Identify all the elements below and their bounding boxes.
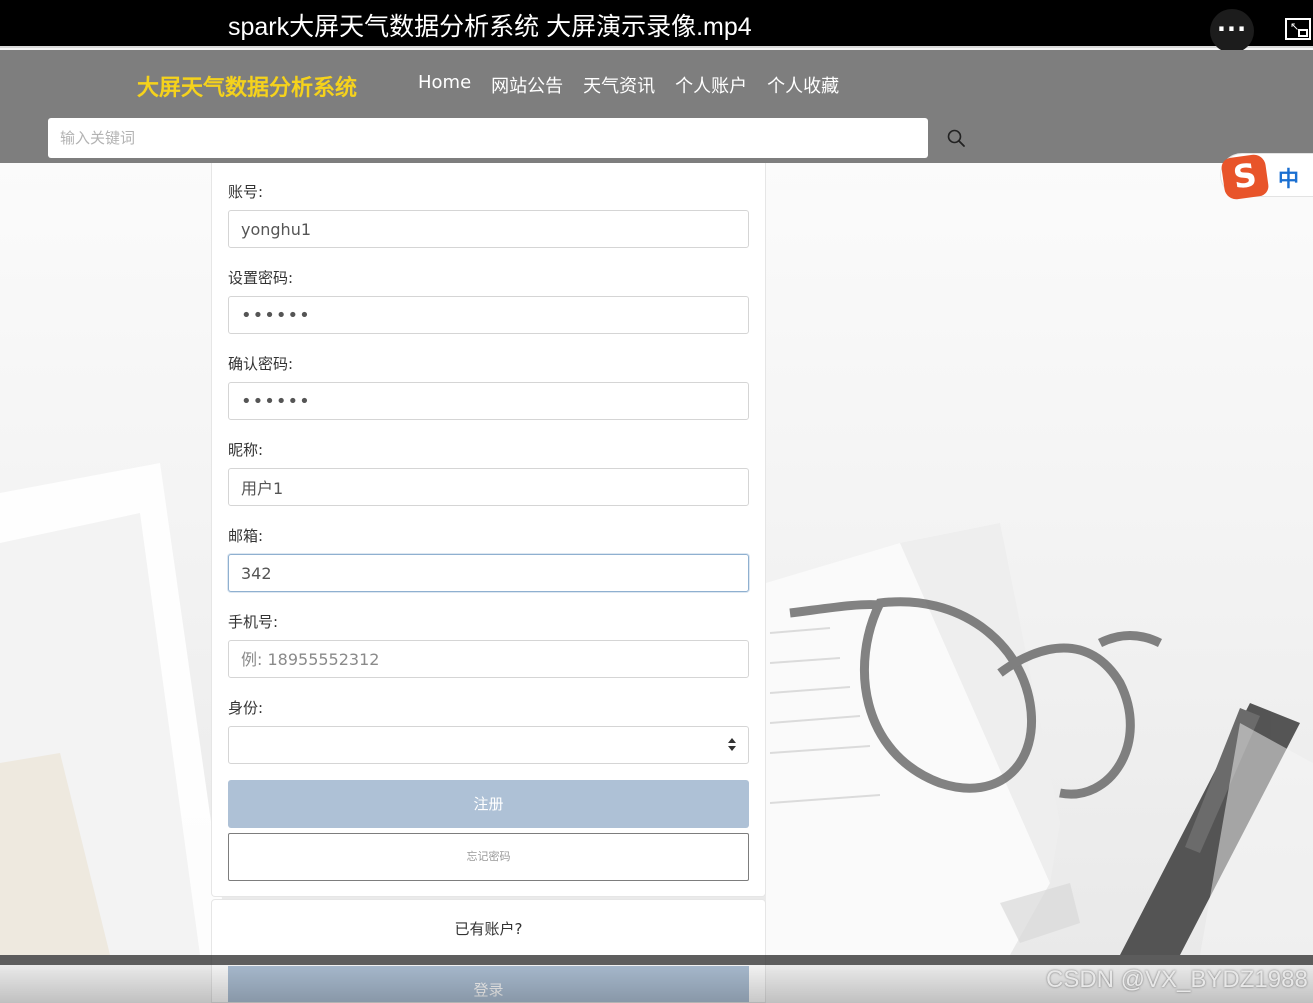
ime-language-label: 中 xyxy=(1278,167,1299,191)
site-header: 大屏天气数据分析系统 Home 网站公告 天气资讯 个人账户 个人收藏 xyxy=(0,50,1313,163)
register-form: 账号: 设置密码: 确认密码: 昵称: 邮箱: 手机号: 身份: 注册 忘记密码 xyxy=(211,163,766,897)
account-input[interactable] xyxy=(228,210,749,248)
password-label: 设置密码: xyxy=(228,269,294,287)
main-nav: Home 网站公告 天气资讯 个人账户 个人收藏 xyxy=(418,72,839,98)
nav-item-home[interactable]: Home xyxy=(418,72,471,98)
email-label: 邮箱: xyxy=(228,527,264,545)
more-options-button[interactable]: ··· xyxy=(1210,9,1254,53)
register-button[interactable]: 注册 xyxy=(228,780,749,828)
have-account-text: 已有账户? xyxy=(454,920,523,938)
search-input[interactable] xyxy=(48,118,888,158)
role-select[interactable] xyxy=(228,726,749,764)
nickname-label: 昵称: xyxy=(228,441,264,459)
nav-item-account[interactable]: 个人账户 xyxy=(675,72,747,98)
nav-item-announcements[interactable]: 网站公告 xyxy=(491,72,563,98)
confirm-password-label: 确认密码: xyxy=(228,355,294,373)
search-bar xyxy=(48,118,965,158)
phone-input[interactable] xyxy=(228,640,749,678)
role-label: 身份: xyxy=(228,699,264,717)
video-title: spark大屏天气数据分析系统 大屏演示录像.mp4 xyxy=(228,13,752,41)
video-player-bar: spark大屏天气数据分析系统 大屏演示录像.mp4 ··· ↖ xyxy=(0,0,1313,53)
email-input[interactable] xyxy=(228,554,749,592)
sogou-logo-icon: S xyxy=(1220,153,1270,201)
forgot-password-button[interactable]: 忘记密码 xyxy=(228,833,749,881)
nav-item-favorites[interactable]: 个人收藏 xyxy=(767,72,839,98)
confirm-password-input[interactable] xyxy=(228,382,749,420)
site-brand[interactable]: 大屏天气数据分析系统 xyxy=(137,70,357,102)
video-progress-bar[interactable] xyxy=(0,955,1313,965)
csdn-watermark: CSDN @VX_BYDZ1988 xyxy=(1046,966,1308,993)
password-input[interactable] xyxy=(228,296,749,334)
phone-label: 手机号: xyxy=(228,613,279,631)
nickname-input[interactable] xyxy=(228,468,749,506)
input-method-indicator[interactable]: S 中 xyxy=(1220,153,1313,201)
search-icon[interactable] xyxy=(946,128,966,148)
account-label: 账号: xyxy=(228,183,264,201)
pip-inner-frame xyxy=(1298,29,1308,37)
nav-item-weather-news[interactable]: 天气资讯 xyxy=(583,72,655,98)
picture-in-picture-icon[interactable]: ↖ xyxy=(1285,18,1311,40)
select-arrows-icon xyxy=(727,737,737,753)
